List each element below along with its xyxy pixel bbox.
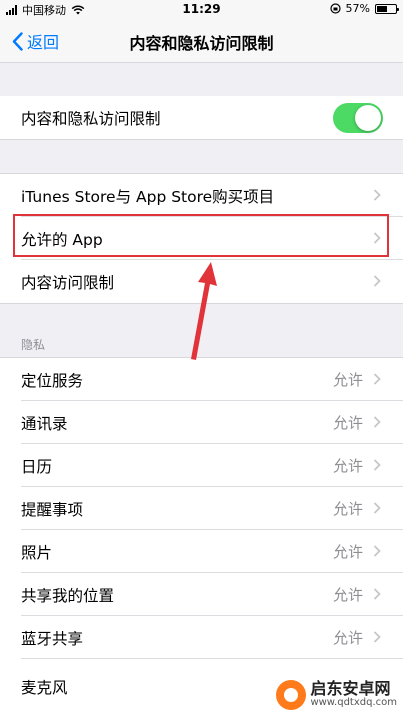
watermark-text: 启东安卓网 www.qdtxdq.com	[310, 681, 397, 708]
privacy-row-value: 允许	[332, 629, 363, 647]
highlight-box	[13, 214, 389, 257]
privacy-row-label: 麦克风	[21, 679, 68, 697]
settings-row-content-restrictions[interactable]: 内容访问限制	[0, 260, 403, 303]
chevron-right-icon	[373, 416, 381, 428]
privacy-row-value: 允许	[332, 371, 363, 389]
watermark: 启东安卓网 www.qdtxdq.com	[276, 680, 397, 710]
privacy-row-reminders[interactable]: 提醒事项 允许	[0, 487, 403, 530]
chevron-right-icon	[373, 502, 381, 514]
chevron-right-icon	[373, 545, 381, 557]
content-privacy-restrictions-row: 内容和隐私访问限制	[0, 96, 403, 139]
privacy-row-label: 蓝牙共享	[21, 629, 84, 648]
privacy-row-label: 照片	[21, 543, 53, 562]
settings-row-label: iTunes Store与 App Store购买项目	[21, 187, 275, 206]
privacy-row-contacts[interactable]: 通讯录 允许	[0, 401, 403, 444]
chevron-right-icon	[373, 631, 381, 643]
chevron-right-icon	[373, 459, 381, 471]
privacy-row-value: 允许	[332, 543, 363, 561]
privacy-row-location[interactable]: 定位服务 允许	[0, 358, 403, 401]
content-privacy-restrictions-label: 内容和隐私访问限制	[21, 109, 161, 128]
privacy-row-label: 日历	[21, 457, 53, 476]
privacy-row-label: 通讯录	[21, 414, 68, 433]
settings-row-label: 内容访问限制	[21, 273, 115, 292]
battery-icon	[375, 3, 399, 14]
navigation-bar: 返回 内容和隐私访问限制	[0, 18, 403, 63]
status-right: 57%	[329, 2, 399, 15]
status-bar: 中国移动 11:29 57%	[0, 0, 403, 18]
chevron-right-icon	[373, 588, 381, 600]
content-privacy-restrictions-toggle[interactable]	[333, 103, 383, 133]
privacy-row-calendar[interactable]: 日历 允许	[0, 444, 403, 487]
watermark-main: 启东安卓网	[310, 679, 391, 699]
settings-row-itunes-app-store[interactable]: iTunes Store与 App Store购买项目	[0, 174, 403, 217]
privacy-row-photos[interactable]: 照片 允许	[0, 530, 403, 573]
privacy-row-label: 提醒事项	[21, 500, 84, 519]
chevron-right-icon	[373, 275, 381, 287]
privacy-row-bluetooth-sharing[interactable]: 蓝牙共享 允许	[0, 616, 403, 659]
privacy-row-value: 允许	[332, 586, 363, 604]
privacy-row-value: 允许	[332, 414, 363, 432]
page-title: 内容和隐私访问限制	[129, 34, 274, 53]
orientation-lock-icon	[329, 3, 341, 14]
privacy-row-value: 允许	[332, 500, 363, 518]
privacy-section-header: 隐私	[21, 338, 46, 352]
privacy-row-label: 共享我的位置	[21, 586, 115, 605]
privacy-row-share-location[interactable]: 共享我的位置 允许	[0, 573, 403, 616]
watermark-sub: www.qdtxdq.com	[310, 697, 397, 709]
toggle-knob	[355, 105, 381, 131]
chevron-right-icon	[373, 189, 381, 201]
privacy-row-value: 允许	[332, 457, 363, 475]
battery-percent: 57%	[345, 2, 370, 15]
watermark-logo-icon	[276, 680, 307, 710]
chevron-right-icon	[373, 373, 381, 385]
privacy-row-label: 定位服务	[21, 371, 84, 390]
